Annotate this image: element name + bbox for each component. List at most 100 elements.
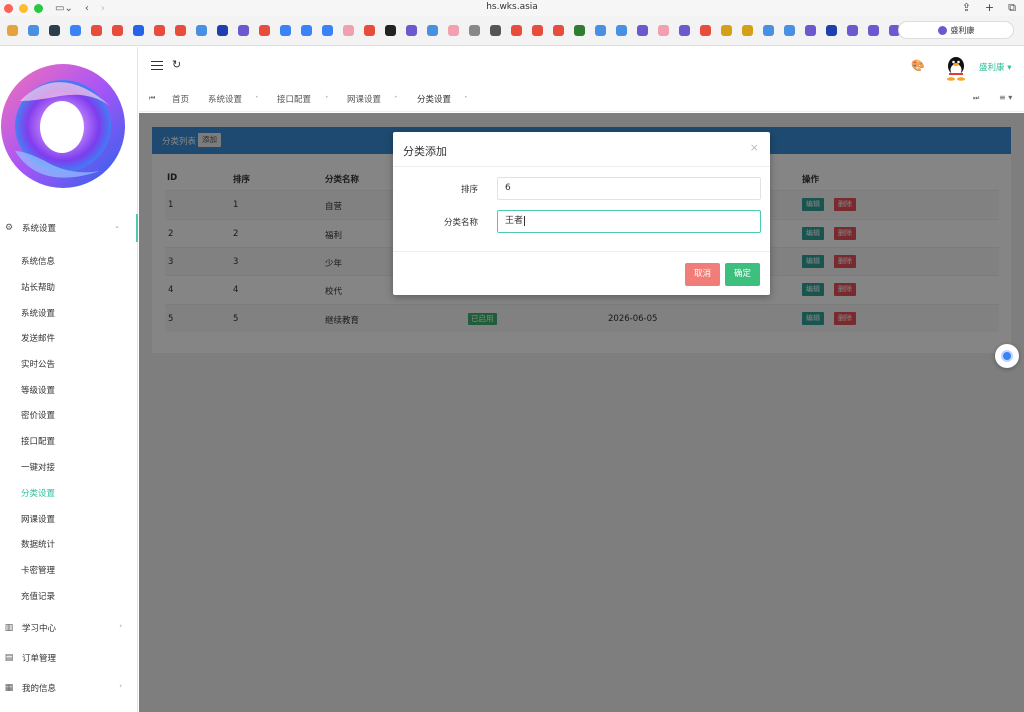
favorite-search-pill[interactable]: 盛利康: [898, 21, 1014, 39]
favorite-icon[interactable]: [28, 25, 39, 36]
tab-bar: ⏮ 首页 系统设置 • 接口配置 • 网课设置 • 分类设置 • ⏭ ≡ ▾: [139, 87, 1024, 112]
favorite-icon[interactable]: [784, 25, 795, 36]
favorite-icon[interactable]: [868, 25, 879, 36]
address-bar[interactable]: hs.wks.asia: [450, 2, 574, 12]
favorite-icon[interactable]: [49, 25, 60, 36]
tab-system-settings[interactable]: 系统设置: [208, 93, 242, 105]
avatar[interactable]: [945, 55, 967, 81]
tab-overview-icon[interactable]: ⧉: [1008, 1, 1016, 15]
nav-group-orders[interactable]: ▤ 订单管理: [0, 644, 138, 672]
sidebar-item-recharge-records[interactable]: 充值记录: [21, 590, 55, 602]
favorite-icon[interactable]: [406, 25, 417, 36]
favorite-icon[interactable]: [154, 25, 165, 36]
favorite-icon[interactable]: [700, 25, 711, 36]
favorite-icon[interactable]: [196, 25, 207, 36]
favorite-icon[interactable]: [238, 25, 249, 36]
favorite-icon[interactable]: [574, 25, 585, 36]
nav-group-my-info[interactable]: ▦ 我的信息 ›: [0, 674, 138, 702]
favorite-icon[interactable]: [259, 25, 270, 36]
maximize-window-button[interactable]: [34, 3, 43, 13]
tabs-next-icon[interactable]: ⏭: [973, 94, 979, 103]
menu-toggle-icon[interactable]: [151, 61, 163, 71]
favorite-icon[interactable]: [280, 25, 291, 36]
favorite-icon[interactable]: [616, 25, 627, 36]
new-tab-icon[interactable]: +: [985, 1, 994, 15]
sidebar-item-announcement[interactable]: 实时公告: [21, 358, 55, 370]
favorite-icon[interactable]: [532, 25, 543, 36]
favorite-icon[interactable]: [679, 25, 690, 36]
favorite-icon[interactable]: [7, 25, 18, 36]
confirm-button[interactable]: 确定: [725, 263, 760, 286]
sidebar-item-system-info[interactable]: 系统信息: [21, 255, 55, 267]
tabs-menu-icon[interactable]: ≡ ▾: [999, 93, 1012, 102]
favorite-icon[interactable]: [595, 25, 606, 36]
favorite-icon[interactable]: [826, 25, 837, 36]
favorite-icon[interactable]: [91, 25, 102, 36]
sidebar-item-category-settings[interactable]: 分类设置: [21, 487, 55, 499]
favorite-icon[interactable]: [217, 25, 228, 36]
sidebar-item-price-settings[interactable]: 密价设置: [21, 409, 55, 421]
share-icon[interactable]: ⇪: [962, 1, 971, 15]
sidebar-item-one-click[interactable]: 一键对接: [21, 461, 55, 473]
divider: [393, 251, 770, 252]
cancel-button[interactable]: 取消: [685, 263, 720, 286]
sort-input[interactable]: 6: [497, 177, 761, 200]
favorite-icon[interactable]: [658, 25, 669, 36]
favorite-icon[interactable]: [112, 25, 123, 36]
sidebar-item-system-settings[interactable]: 系统设置: [21, 307, 55, 319]
favorite-icon[interactable]: [553, 25, 564, 36]
back-icon[interactable]: ‹: [85, 3, 89, 14]
tab-separator: •: [325, 94, 329, 101]
window-controls: [4, 3, 43, 13]
tabs-prev-icon[interactable]: ⏮: [149, 94, 155, 103]
favorite-icon[interactable]: [175, 25, 186, 36]
topbar: ↻ 🎨 盛利康 ▾: [139, 47, 1024, 87]
sidebar-item-card-management[interactable]: 卡密管理: [21, 564, 55, 576]
favorite-icon[interactable]: [301, 25, 312, 36]
favorite-icon[interactable]: [721, 25, 732, 36]
sidebar-item-course-settings[interactable]: 网课设置: [21, 513, 55, 525]
sidebar-item-api-config[interactable]: 接口配置: [21, 435, 55, 447]
sidebar-item-statistics[interactable]: 数据统计: [21, 538, 55, 550]
favorite-icon[interactable]: [322, 25, 333, 36]
tab-course-settings[interactable]: 网课设置: [347, 93, 381, 105]
favorite-icon[interactable]: [490, 25, 501, 36]
sidebar-item-level-settings[interactable]: 等级设置: [21, 384, 55, 396]
close-icon[interactable]: ×: [750, 141, 759, 154]
palette-icon[interactable]: 🎨: [911, 59, 925, 72]
sidebar-item-help[interactable]: 站长帮助: [21, 281, 55, 293]
nav-group-learning-center[interactable]: ▥ 学习中心 ›: [0, 614, 138, 642]
favorite-icon[interactable]: [469, 25, 480, 36]
forward-icon[interactable]: ›: [101, 3, 105, 14]
favorite-icon[interactable]: [637, 25, 648, 36]
minimize-window-button[interactable]: [19, 3, 28, 13]
browser-actions: ⇪ + ⧉: [962, 1, 1016, 15]
favorite-icon[interactable]: [763, 25, 774, 36]
book-icon: ▥: [4, 623, 14, 633]
favorite-icon[interactable]: [448, 25, 459, 36]
floating-assistant-button[interactable]: [995, 344, 1019, 368]
favorite-icon[interactable]: [70, 25, 81, 36]
favorite-icon[interactable]: [511, 25, 522, 36]
sidebar-item-send-mail[interactable]: 发送邮件: [21, 332, 55, 344]
favorite-icon[interactable]: [385, 25, 396, 36]
favorite-icon[interactable]: [742, 25, 753, 36]
divider: [393, 166, 770, 167]
category-name-input[interactable]: 王者: [497, 210, 761, 233]
favorite-icon[interactable]: [364, 25, 375, 36]
favorite-icon[interactable]: [343, 25, 354, 36]
sidebar: ⚙ 系统设置 ⌄ 系统信息 站长帮助 系统设置 发送邮件 实时公告 等级设置 密…: [0, 47, 138, 712]
sidebar-toggle-icon[interactable]: ▭⌄: [55, 3, 73, 14]
nav-group-system-settings[interactable]: ⚙ 系统设置 ⌄: [0, 214, 138, 242]
tab-home[interactable]: 首页: [172, 93, 189, 105]
refresh-icon[interactable]: ↻: [172, 58, 181, 71]
tab-api-config[interactable]: 接口配置: [277, 93, 311, 105]
favorite-icon[interactable]: [805, 25, 816, 36]
tab-category-settings[interactable]: 分类设置: [417, 93, 451, 105]
close-window-button[interactable]: [4, 3, 13, 13]
favorite-icon[interactable]: [133, 25, 144, 36]
add-category-dialog: 分类添加 × 排序 6 分类名称 王者 取消 确定: [393, 132, 770, 295]
favorite-icon[interactable]: [427, 25, 438, 36]
favorite-icon[interactable]: [847, 25, 858, 36]
user-menu[interactable]: 盛利康 ▾: [979, 61, 1011, 73]
